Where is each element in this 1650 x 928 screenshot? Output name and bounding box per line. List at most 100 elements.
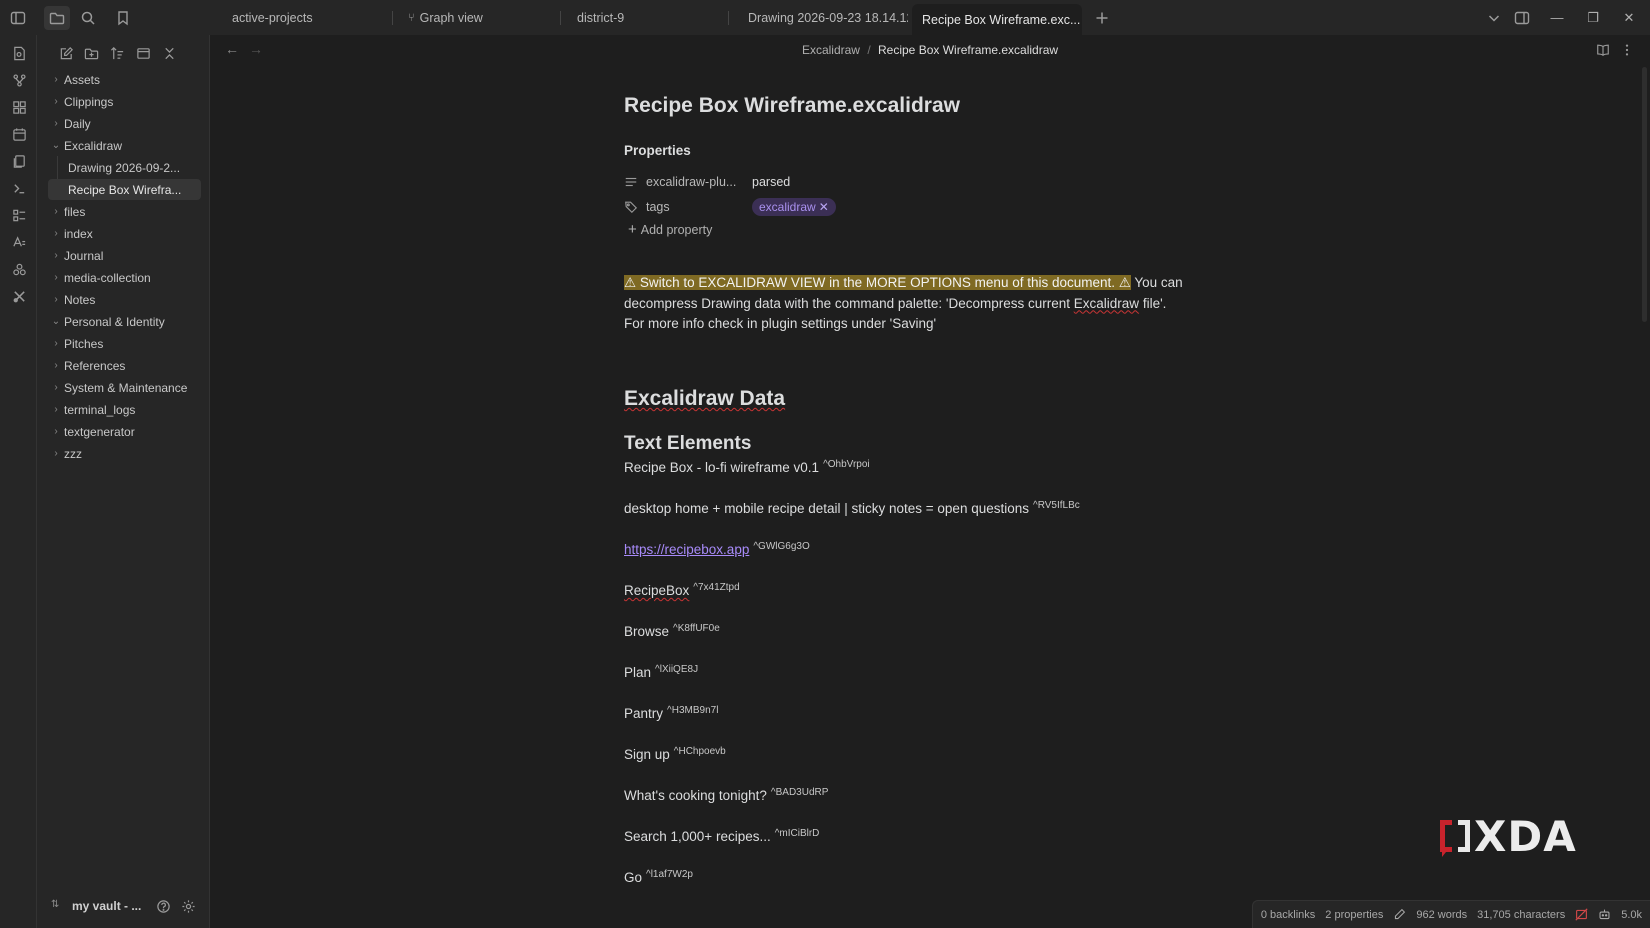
token-size[interactable]: 5.0k [1621, 909, 1642, 921]
minimize-icon[interactable]: — [1540, 0, 1574, 35]
text-element[interactable]: Browse ^K8ffUF0e [624, 623, 720, 639]
files-tab-icon[interactable] [44, 6, 70, 30]
editor-scrollbar[interactable] [1642, 67, 1647, 322]
toggle-sidebar-icon[interactable] [8, 8, 28, 28]
tab-list-chevron-icon[interactable] [1484, 8, 1504, 28]
calendar-icon[interactable] [9, 124, 29, 144]
heading-text-elements[interactable]: Text Elements [624, 433, 751, 455]
property-row-tags[interactable]: tags excalidraw ✕ [624, 197, 836, 217]
folder-references[interactable]: › References [48, 355, 201, 376]
settings-gear-icon[interactable] [179, 897, 197, 915]
vault-switcher[interactable]: ⇅ my vault - ... [37, 886, 210, 928]
search-icon[interactable] [78, 8, 98, 28]
tab-active-projects[interactable]: active-projects [222, 0, 378, 35]
vault-name[interactable]: my vault - ... [72, 899, 141, 913]
folder-excalidraw[interactable]: ⌄ Excalidraw [48, 135, 201, 156]
folder-system-maintenance[interactable]: › System & Maintenance [48, 377, 201, 398]
folder-label: Pitches [64, 336, 104, 351]
property-value[interactable]: parsed [752, 175, 790, 189]
folder-pitches[interactable]: › Pitches [48, 333, 201, 354]
character-count[interactable]: 31,705 characters [1477, 909, 1565, 921]
add-property-button[interactable]: + Add property [628, 221, 712, 238]
reading-view-icon[interactable] [1594, 41, 1612, 59]
url-link[interactable]: https://recipebox.app [624, 542, 749, 557]
auto-reveal-icon[interactable] [133, 43, 153, 63]
property-key[interactable]: excalidraw-plu... [646, 175, 752, 189]
file-drawing[interactable]: Drawing 2026-09-2... [48, 157, 201, 178]
canvas-icon[interactable] [9, 97, 29, 117]
text-element[interactable]: What's cooking tonight? ^BAD3UdRP [624, 787, 828, 803]
property-key[interactable]: tags [646, 200, 752, 214]
file-recipe-box[interactable]: Recipe Box Wirefra... [48, 179, 201, 200]
collapse-all-icon[interactable] [159, 43, 179, 63]
backlinks-count[interactable]: 0 backlinks [1261, 909, 1315, 921]
text-element[interactable]: Pantry ^H3MB9n7l [624, 705, 718, 721]
text-element[interactable]: Search 1,000+ recipes... ^mICiBlrD [624, 828, 819, 844]
bookmark-icon[interactable] [113, 8, 133, 28]
sync-error-icon[interactable] [1575, 908, 1588, 921]
folder-index[interactable]: › index [48, 223, 201, 244]
word-count[interactable]: 962 words [1416, 909, 1467, 921]
tab-recipe-box[interactable]: Recipe Box Wireframe.exc... ✕ [912, 4, 1082, 35]
graph-icon: ⑂ [408, 11, 415, 24]
edit-pencil-icon[interactable] [1393, 908, 1406, 921]
folder-daily[interactable]: › Daily [48, 113, 201, 134]
new-tab-icon[interactable] [1092, 8, 1112, 28]
text-element[interactable]: Plan ^lXiiQE8J [624, 664, 698, 680]
close-window-icon[interactable]: ✕ [1612, 0, 1646, 35]
breadcrumb-current[interactable]: Recipe Box Wireframe.excalidraw [878, 43, 1058, 57]
remove-tag-icon[interactable]: ✕ [819, 200, 829, 214]
sort-icon[interactable] [107, 43, 127, 63]
text-element[interactable]: Sign up ^HChpoevb [624, 746, 726, 762]
restore-icon[interactable]: ❐ [1576, 0, 1610, 35]
properties-heading[interactable]: Properties [624, 143, 691, 158]
help-icon[interactable] [154, 897, 172, 915]
text-element[interactable]: Recipe Box - lo-fi wireframe v0.1 ^OhbVrp… [624, 459, 870, 475]
excalidraw-icon[interactable] [9, 286, 29, 306]
excalidraw-warning[interactable]: ⚠ Switch to EXCALIDRAW VIEW in the MORE … [624, 273, 1184, 335]
properties-count[interactable]: 2 properties [1325, 909, 1383, 921]
folder-terminal-logs[interactable]: › terminal_logs [48, 399, 201, 420]
folder-media-collection[interactable]: › media-collection [48, 267, 201, 288]
text-generator-icon[interactable] [9, 232, 29, 252]
folder-textgenerator[interactable]: › textgenerator [48, 421, 201, 442]
templates-icon[interactable] [9, 151, 29, 171]
tab-graph-view[interactable]: ⑂ Graph view [398, 0, 548, 35]
text-element[interactable]: Go ^l1af7W2p [624, 869, 693, 885]
heading-excalidraw-data[interactable]: Excalidraw Data [624, 387, 785, 411]
tab-district-9[interactable]: district-9 [567, 0, 717, 35]
toggle-right-sidebar-icon[interactable] [1512, 8, 1532, 28]
new-note-icon[interactable] [56, 43, 76, 63]
kanban-icon[interactable] [9, 205, 29, 225]
folder-assets[interactable]: › Assets [48, 69, 201, 90]
text-element[interactable]: desktop home + mobile recipe detail | st… [624, 500, 1080, 516]
folder-files[interactable]: › files [48, 201, 201, 222]
more-options-icon[interactable] [1618, 41, 1636, 59]
property-row-excalidraw-plugin[interactable]: excalidraw-plu... parsed [624, 172, 790, 192]
new-folder-icon[interactable] [81, 43, 101, 63]
tag-label: excalidraw [759, 200, 816, 214]
chevron-right-icon: › [54, 228, 58, 239]
community-plugins-icon[interactable] [9, 259, 29, 279]
text-element[interactable]: RecipeBox ^7x41Ztpd [624, 582, 740, 598]
open-quick-switcher-icon[interactable] [9, 43, 29, 63]
text-element[interactable]: https://recipebox.app ^GWlG6g3O [624, 541, 810, 557]
folder-journal[interactable]: › Journal [48, 245, 201, 266]
tag-pill[interactable]: excalidraw ✕ [752, 198, 836, 216]
tab-separator [392, 11, 393, 25]
breadcrumb-parent[interactable]: Excalidraw [802, 43, 860, 57]
tab-drawing[interactable]: Drawing 2026-09-23 18.14.12.... [738, 0, 908, 35]
note-title[interactable]: Recipe Box Wireframe.excalidraw [624, 94, 960, 118]
chevron-right-icon: › [54, 294, 58, 305]
block-ref: ^HChpoevb [673, 746, 726, 757]
terminal-icon[interactable] [9, 178, 29, 198]
robot-icon[interactable] [1598, 908, 1611, 921]
block-ref: ^BAD3UdRP [770, 787, 829, 798]
folder-notes[interactable]: › Notes [48, 289, 201, 310]
folder-personal-identity[interactable]: ⌄ Personal & Identity [48, 311, 201, 332]
folder-zzz[interactable]: › zzz [48, 443, 201, 464]
folder-clippings[interactable]: › Clippings [48, 91, 201, 112]
folder-label: media-collection [64, 270, 151, 285]
block-ref: ^mICiBlrD [774, 828, 820, 839]
graph-icon[interactable] [9, 70, 29, 90]
